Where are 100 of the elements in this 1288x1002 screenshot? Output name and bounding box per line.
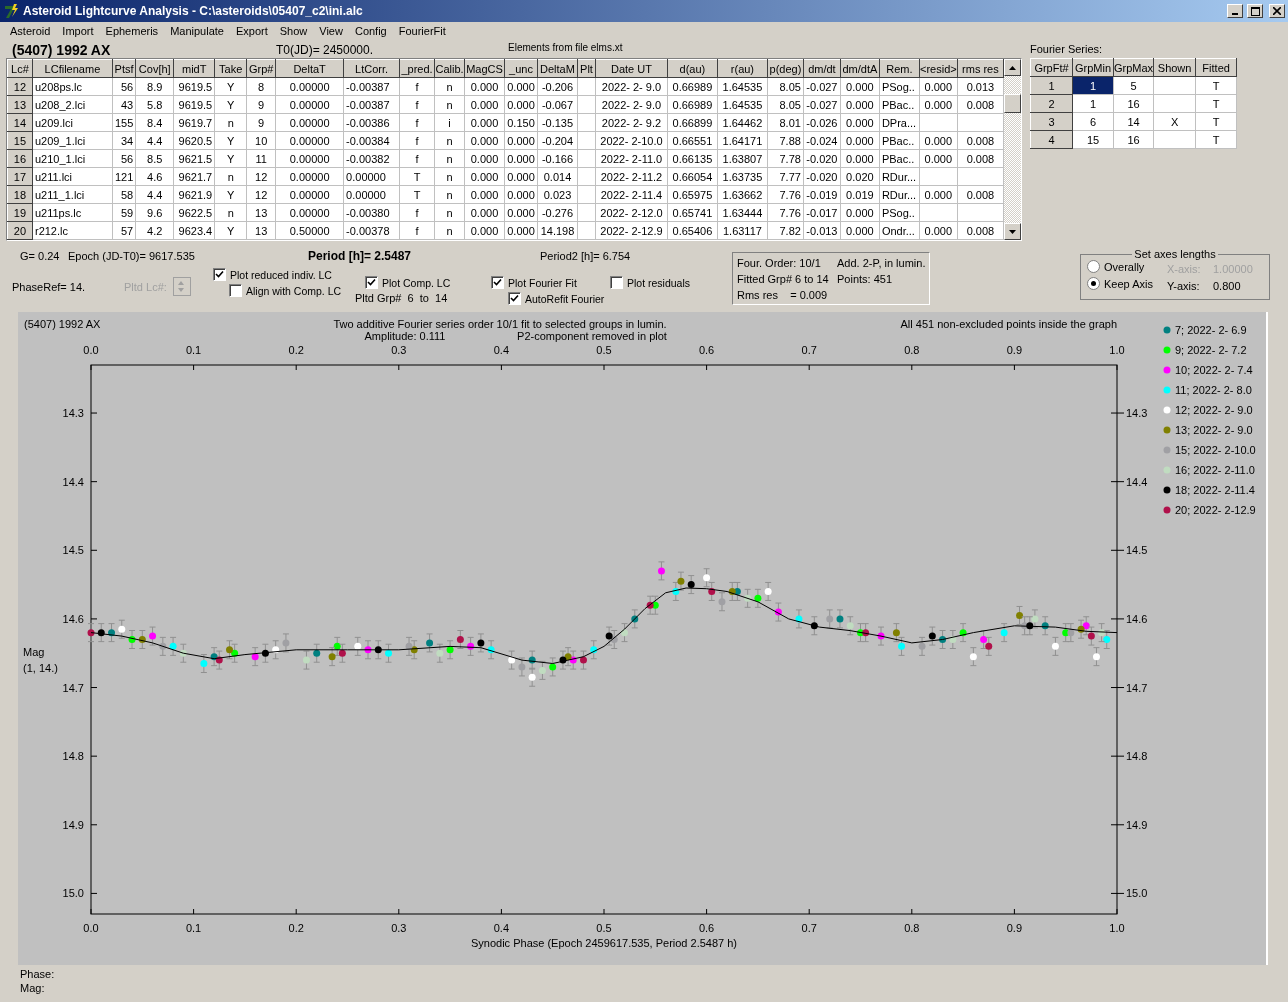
column-header[interactable]: Grp#	[246, 59, 276, 78]
column-header[interactable]: Take	[214, 59, 247, 78]
menu-item[interactable]: View	[313, 25, 349, 37]
y-axis-label: Mag	[23, 646, 45, 658]
data-point	[631, 609, 639, 629]
column-header[interactable]: LtCorr.	[343, 59, 400, 78]
tick-label: 14.8	[1126, 750, 1148, 763]
checkbox[interactable]: Align with Comp. LC	[229, 284, 342, 297]
maximize-button[interactable]	[1247, 4, 1263, 18]
column-header[interactable]: Calib.	[434, 59, 465, 78]
tick-label: 14.5	[1126, 544, 1148, 557]
menu-item[interactable]: Export	[229, 25, 274, 37]
window-title: Asteroid Lightcurve Analysis - C:\asteroids\05407_c2\ini.alc	[23, 4, 364, 18]
tick-label: 0.3	[391, 922, 407, 934]
data-point	[918, 636, 926, 656]
menu-item[interactable]: Manipulate	[164, 25, 230, 37]
column-header[interactable]: rms res	[957, 59, 1004, 78]
column-header[interactable]: midT	[173, 59, 215, 78]
column-header[interactable]: MagCS	[464, 59, 505, 78]
point	[200, 660, 208, 668]
column-header[interactable]: DeltaT	[275, 59, 344, 78]
point	[657, 567, 665, 575]
column-header[interactable]: _pred.	[399, 59, 435, 78]
radio-button[interactable]: Keep Axis	[1087, 277, 1167, 290]
tick-label: 14.5	[62, 544, 84, 557]
column-header[interactable]: Date UT	[595, 59, 668, 78]
column-header[interactable]: Shown	[1153, 58, 1196, 77]
point	[385, 649, 393, 657]
app-icon	[3, 3, 19, 19]
column-header[interactable]: GrpMin	[1072, 58, 1114, 77]
column-header[interactable]: LCfilename	[32, 59, 113, 78]
menu-item[interactable]: FourierFit	[392, 25, 452, 37]
close-button[interactable]	[1269, 4, 1285, 18]
menu-item[interactable]: Import	[56, 25, 100, 37]
column-header[interactable]: Cov[h]	[135, 59, 174, 78]
menu-item[interactable]: Config	[348, 25, 393, 37]
point	[1103, 636, 1111, 643]
scroll-thumb[interactable]	[1004, 94, 1021, 113]
point	[528, 673, 536, 681]
point	[538, 666, 546, 674]
scrollbar[interactable]	[1004, 59, 1021, 240]
point	[605, 632, 613, 640]
point	[687, 581, 695, 589]
menu-item[interactable]: Asteroid	[4, 25, 57, 37]
column-header[interactable]: r(au)	[717, 59, 768, 78]
point	[446, 646, 454, 654]
data-point	[87, 623, 95, 643]
tick-label: 0.7	[801, 922, 817, 934]
data-point	[251, 647, 259, 667]
group-title: Set axes lengths	[1133, 248, 1217, 260]
point	[980, 636, 988, 643]
data-point	[959, 623, 967, 643]
point	[836, 615, 844, 623]
checkbox[interactable]: Plot Fourier Fit	[491, 276, 577, 289]
plot-note: P2-component removed in plot	[517, 330, 667, 342]
fit-info-text: Rms res = 0.009	[737, 289, 829, 301]
data-point	[118, 619, 126, 639]
checkbox[interactable]: Plot Comp. LC	[365, 276, 451, 289]
scroll-down-button[interactable]	[1004, 223, 1021, 240]
column-header[interactable]: <resid>	[919, 59, 958, 78]
checkbox[interactable]: AutoRefit Fourier	[508, 292, 605, 305]
point	[1051, 642, 1059, 650]
checkbox[interactable]: Plot residuals	[610, 276, 691, 289]
point	[718, 598, 726, 606]
data-point	[200, 654, 208, 673]
menu-item[interactable]: Ephemeris	[99, 25, 165, 37]
column-header[interactable]: dm/dtA	[840, 59, 880, 78]
data-point	[108, 623, 115, 643]
column-header[interactable]: Fitted	[1195, 58, 1237, 77]
column-header[interactable]: Lc#	[7, 59, 33, 78]
point	[677, 577, 685, 585]
tick-label: 14.8	[62, 750, 84, 763]
data-point	[374, 640, 382, 660]
column-header[interactable]: d(au)	[667, 59, 718, 78]
column-header[interactable]: dm/dt	[803, 59, 841, 78]
column-header[interactable]: _unc	[504, 59, 538, 78]
scroll-up-button[interactable]	[1004, 59, 1021, 76]
minimize-button[interactable]	[1227, 4, 1243, 18]
tick-label: 0.7	[801, 344, 817, 356]
point	[1031, 615, 1039, 623]
column-header[interactable]: DeltaM	[537, 59, 578, 78]
point	[354, 642, 362, 650]
checkbox[interactable]: Plot reduced indiv. LC	[213, 268, 332, 281]
point	[313, 649, 321, 657]
data-point	[426, 633, 434, 653]
column-header[interactable]: GrpFt#	[1030, 58, 1073, 77]
column-header[interactable]: GrpMax	[1113, 58, 1154, 77]
phase-readout: Phase:	[20, 968, 55, 980]
legend-label: 9; 2022- 2- 7.2	[1175, 344, 1247, 356]
asteroid-name: (5407) 1992 AX	[12, 42, 112, 58]
column-header[interactable]: Ptsf	[112, 59, 136, 78]
point	[846, 622, 854, 630]
menu-item[interactable]: Show	[273, 25, 314, 37]
data-point	[949, 630, 957, 649]
fit-info-text: Fitted Grp# 6 to 14	[737, 273, 830, 285]
point	[282, 639, 290, 647]
fit-info-text: Four. Order: 10/1	[737, 257, 822, 269]
column-header[interactable]: p(deg)	[767, 59, 804, 78]
tick-label: 14.4	[62, 475, 84, 488]
column-header[interactable]: Rem.	[879, 59, 920, 78]
